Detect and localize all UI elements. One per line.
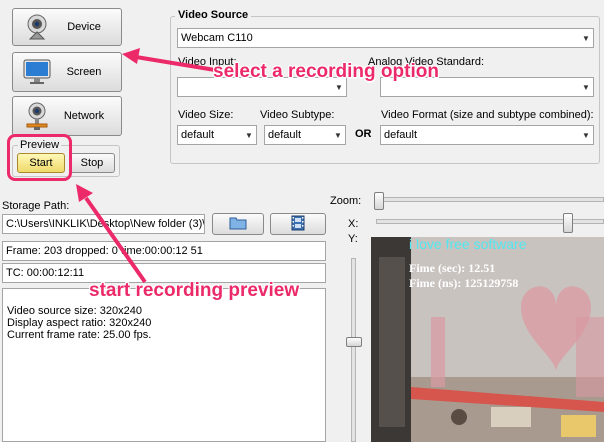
screen-button-label: Screen xyxy=(66,66,102,78)
video-preview: i love free software Fime (sec): 12.51 F… xyxy=(371,237,604,442)
storage-path-label: Storage Path: xyxy=(2,200,70,212)
video-device-value: Webcam C110 xyxy=(181,32,253,44)
video-size-select[interactable]: default ▼ xyxy=(177,125,257,145)
device-button[interactable]: Device xyxy=(12,8,122,46)
video-overlay-title: i love free software xyxy=(409,237,527,252)
network-webcam-icon xyxy=(23,102,51,130)
open-file-button[interactable] xyxy=(270,213,326,235)
zoom-slider-thumb[interactable] xyxy=(374,192,384,210)
video-device-select[interactable]: Webcam C110 ▼ xyxy=(177,28,594,48)
video-format-label: Video Format (size and subtype combined)… xyxy=(381,109,594,121)
film-icon xyxy=(290,215,306,234)
network-button[interactable]: Network xyxy=(12,96,122,136)
zoom-slider-track xyxy=(376,197,604,202)
info-line: Display aspect ratio: 320x240 xyxy=(7,317,152,329)
screen-button[interactable]: Screen xyxy=(12,52,122,92)
device-button-label: Device xyxy=(67,21,101,33)
x-slider-thumb[interactable] xyxy=(563,213,573,233)
or-label: OR xyxy=(355,128,372,140)
y-label: Y: xyxy=(348,233,358,245)
video-overlay-time-sec: Fime (sec): 12.51 xyxy=(409,261,496,275)
chevron-down-icon: ▼ xyxy=(334,130,342,140)
folder-icon xyxy=(229,216,247,233)
browse-folder-button[interactable] xyxy=(212,213,264,235)
webcam-icon xyxy=(23,13,51,41)
info-line: Current frame rate: 25.00 fps. xyxy=(7,329,152,341)
annotation-select-option: select a recording option xyxy=(213,61,439,82)
chevron-down-icon: ▼ xyxy=(245,130,253,140)
frame-status: Frame: 203 dropped: 0 time:00:00:12 51 xyxy=(2,241,326,261)
video-source-title: Video Source xyxy=(175,9,252,21)
preview-stop-button[interactable]: Stop xyxy=(69,153,115,173)
zoom-label: Zoom: xyxy=(330,195,362,207)
y-slider-thumb[interactable] xyxy=(346,337,362,347)
chevron-down-icon: ▼ xyxy=(582,33,590,43)
chevron-down-icon: ▼ xyxy=(582,130,590,140)
annotation-start-preview: start recording preview xyxy=(89,280,300,301)
network-button-label: Network xyxy=(63,110,105,122)
video-subtype-select[interactable]: default ▼ xyxy=(264,125,346,145)
x-label: X: xyxy=(348,218,359,230)
video-subtype-label: Video Subtype: xyxy=(260,109,335,121)
y-slider-track xyxy=(351,258,356,442)
info-box: Video source size: 320x240 Display aspec… xyxy=(2,288,326,442)
start-highlight xyxy=(7,134,72,181)
video-overlay-time-ns: Fime (ns): 125129758 xyxy=(409,276,519,290)
monitor-icon xyxy=(23,58,51,86)
video-format-value: default xyxy=(384,129,418,141)
video-subtype-value: default xyxy=(268,129,302,141)
chevron-down-icon: ▼ xyxy=(582,82,590,92)
video-size-value: default xyxy=(181,129,215,141)
storage-path-input[interactable]: C:\Users\INKLIK\Desktop\New folder (3)\ xyxy=(2,214,205,234)
video-format-select[interactable]: default ▼ xyxy=(380,125,594,145)
chevron-down-icon: ▼ xyxy=(335,82,343,92)
info-line: Video source size: 320x240 xyxy=(7,305,142,317)
video-size-label: Video Size: xyxy=(178,109,234,121)
